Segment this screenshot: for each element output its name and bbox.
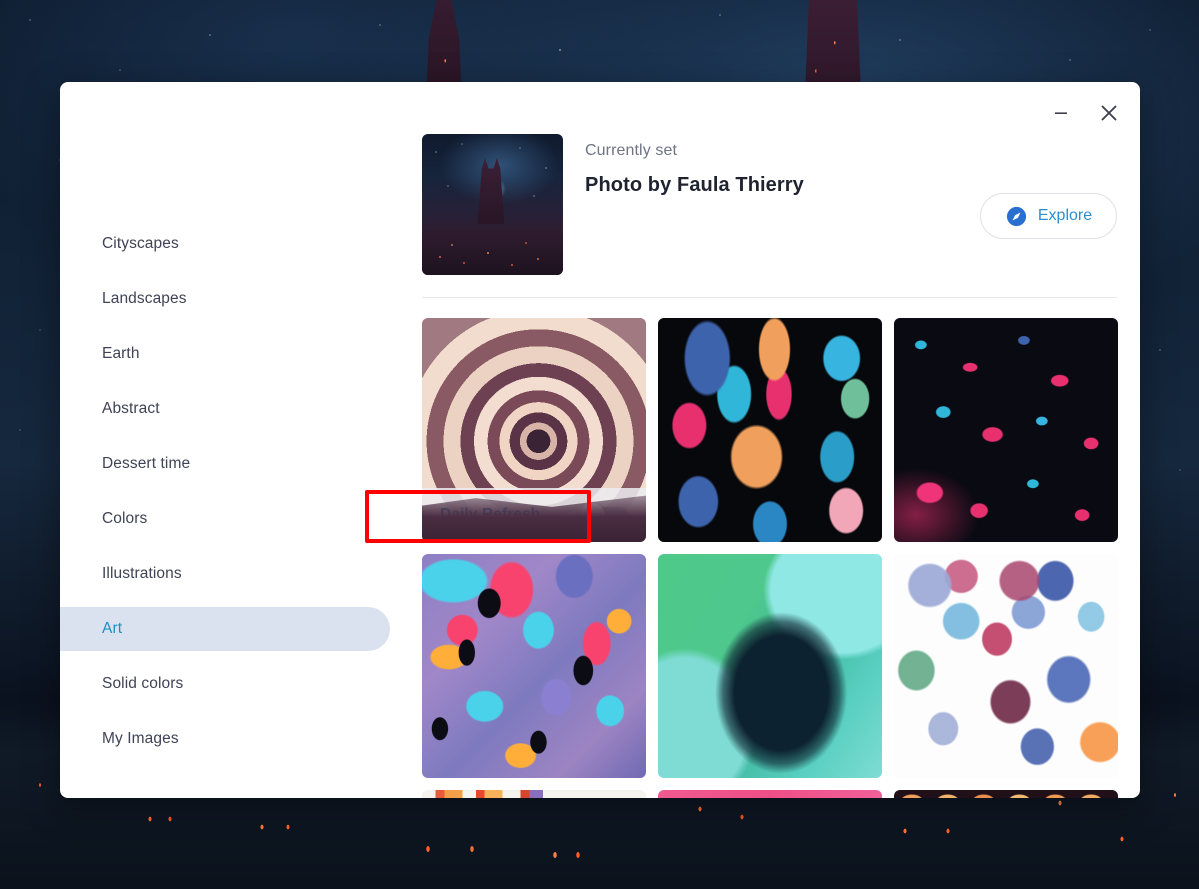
sidebar-item-dessert-time[interactable]: Dessert time	[60, 442, 390, 486]
sidebar-item-label: Colors	[102, 510, 148, 527]
wallpaper-picker-dialog: Cityscapes Landscapes Earth Abstract Des…	[60, 82, 1140, 798]
sidebar-item-my-images[interactable]: My Images	[60, 717, 390, 761]
wallpaper-tile-watercolor-blots-artwork[interactable]	[894, 554, 1118, 778]
sidebar-item-earth[interactable]: Earth	[60, 332, 390, 376]
sidebar-item-label: Earth	[102, 345, 140, 362]
currently-set-label: Currently set	[585, 142, 677, 159]
explore-label: Explore	[1037, 207, 1093, 224]
wallpaper-tile-pink-gradient-artwork[interactable]	[658, 790, 882, 798]
wallpaper-tile-green-teal-watercolor-artwork[interactable]	[658, 554, 882, 778]
compass-icon	[1006, 206, 1026, 226]
daily-refresh-toggle[interactable]	[580, 503, 628, 528]
thumbnail-city-lights	[422, 223, 563, 275]
section-divider	[422, 297, 1117, 298]
sidebar-item-art[interactable]: Art	[60, 607, 390, 651]
wallpaper-tile-colorful-abstract-artwork[interactable]	[422, 554, 646, 778]
toggle-knob	[580, 503, 605, 528]
currently-set-section: Currently set Photo by Faula Thierry	[422, 134, 804, 275]
desktop-wallpaper: Cityscapes Landscapes Earth Abstract Des…	[0, 0, 1199, 889]
current-wallpaper-text: Currently set Photo by Faula Thierry	[585, 134, 804, 197]
sidebar-item-colors[interactable]: Colors	[60, 497, 390, 541]
sidebar-item-label: My Images	[102, 730, 179, 747]
current-wallpaper-title: Photo by Faula Thierry	[585, 174, 804, 196]
sidebar-item-label: Cityscapes	[102, 235, 179, 252]
current-wallpaper-thumbnail[interactable]	[422, 134, 563, 275]
main-panel: Currently set Photo by Faula Thierry Exp…	[422, 82, 1140, 798]
wallpaper-tile-pink-cyan-splatter-artwork[interactable]	[894, 318, 1118, 542]
explore-button[interactable]: Explore	[980, 193, 1117, 239]
toggle-track	[588, 507, 628, 524]
wallpaper-tile-swirl-pastel-artwork[interactable]: Daily Refresh	[422, 318, 646, 542]
sidebar-item-label: Dessert time	[102, 455, 191, 472]
sidebar-item-solid-colors[interactable]: Solid colors	[60, 662, 390, 706]
sidebar-item-label: Art	[102, 620, 123, 637]
sidebar-item-abstract[interactable]: Abstract	[60, 387, 390, 431]
category-sidebar: Cityscapes Landscapes Earth Abstract Des…	[60, 222, 390, 772]
daily-refresh-label: Daily Refresh	[440, 506, 541, 523]
wallpaper-tile-paint-splash-on-black-artwork[interactable]	[658, 318, 882, 542]
sidebar-item-label: Solid colors	[102, 675, 184, 692]
wallpaper-grid: Daily Refresh	[422, 318, 1134, 798]
sidebar-item-label: Illustrations	[102, 565, 182, 582]
sidebar-item-label: Landscapes	[102, 290, 187, 307]
sidebar-item-cityscapes[interactable]: Cityscapes	[60, 222, 390, 266]
sidebar-item-label: Abstract	[102, 400, 160, 417]
sidebar-item-illustrations[interactable]: Illustrations	[60, 552, 390, 596]
sidebar-item-landscapes[interactable]: Landscapes	[60, 277, 390, 321]
wallpaper-tile-warm-stripes-artwork[interactable]	[422, 790, 646, 798]
daily-refresh-row[interactable]: Daily Refresh	[422, 488, 646, 542]
wallpaper-tile-dark-orange-arches-artwork[interactable]	[894, 790, 1118, 798]
